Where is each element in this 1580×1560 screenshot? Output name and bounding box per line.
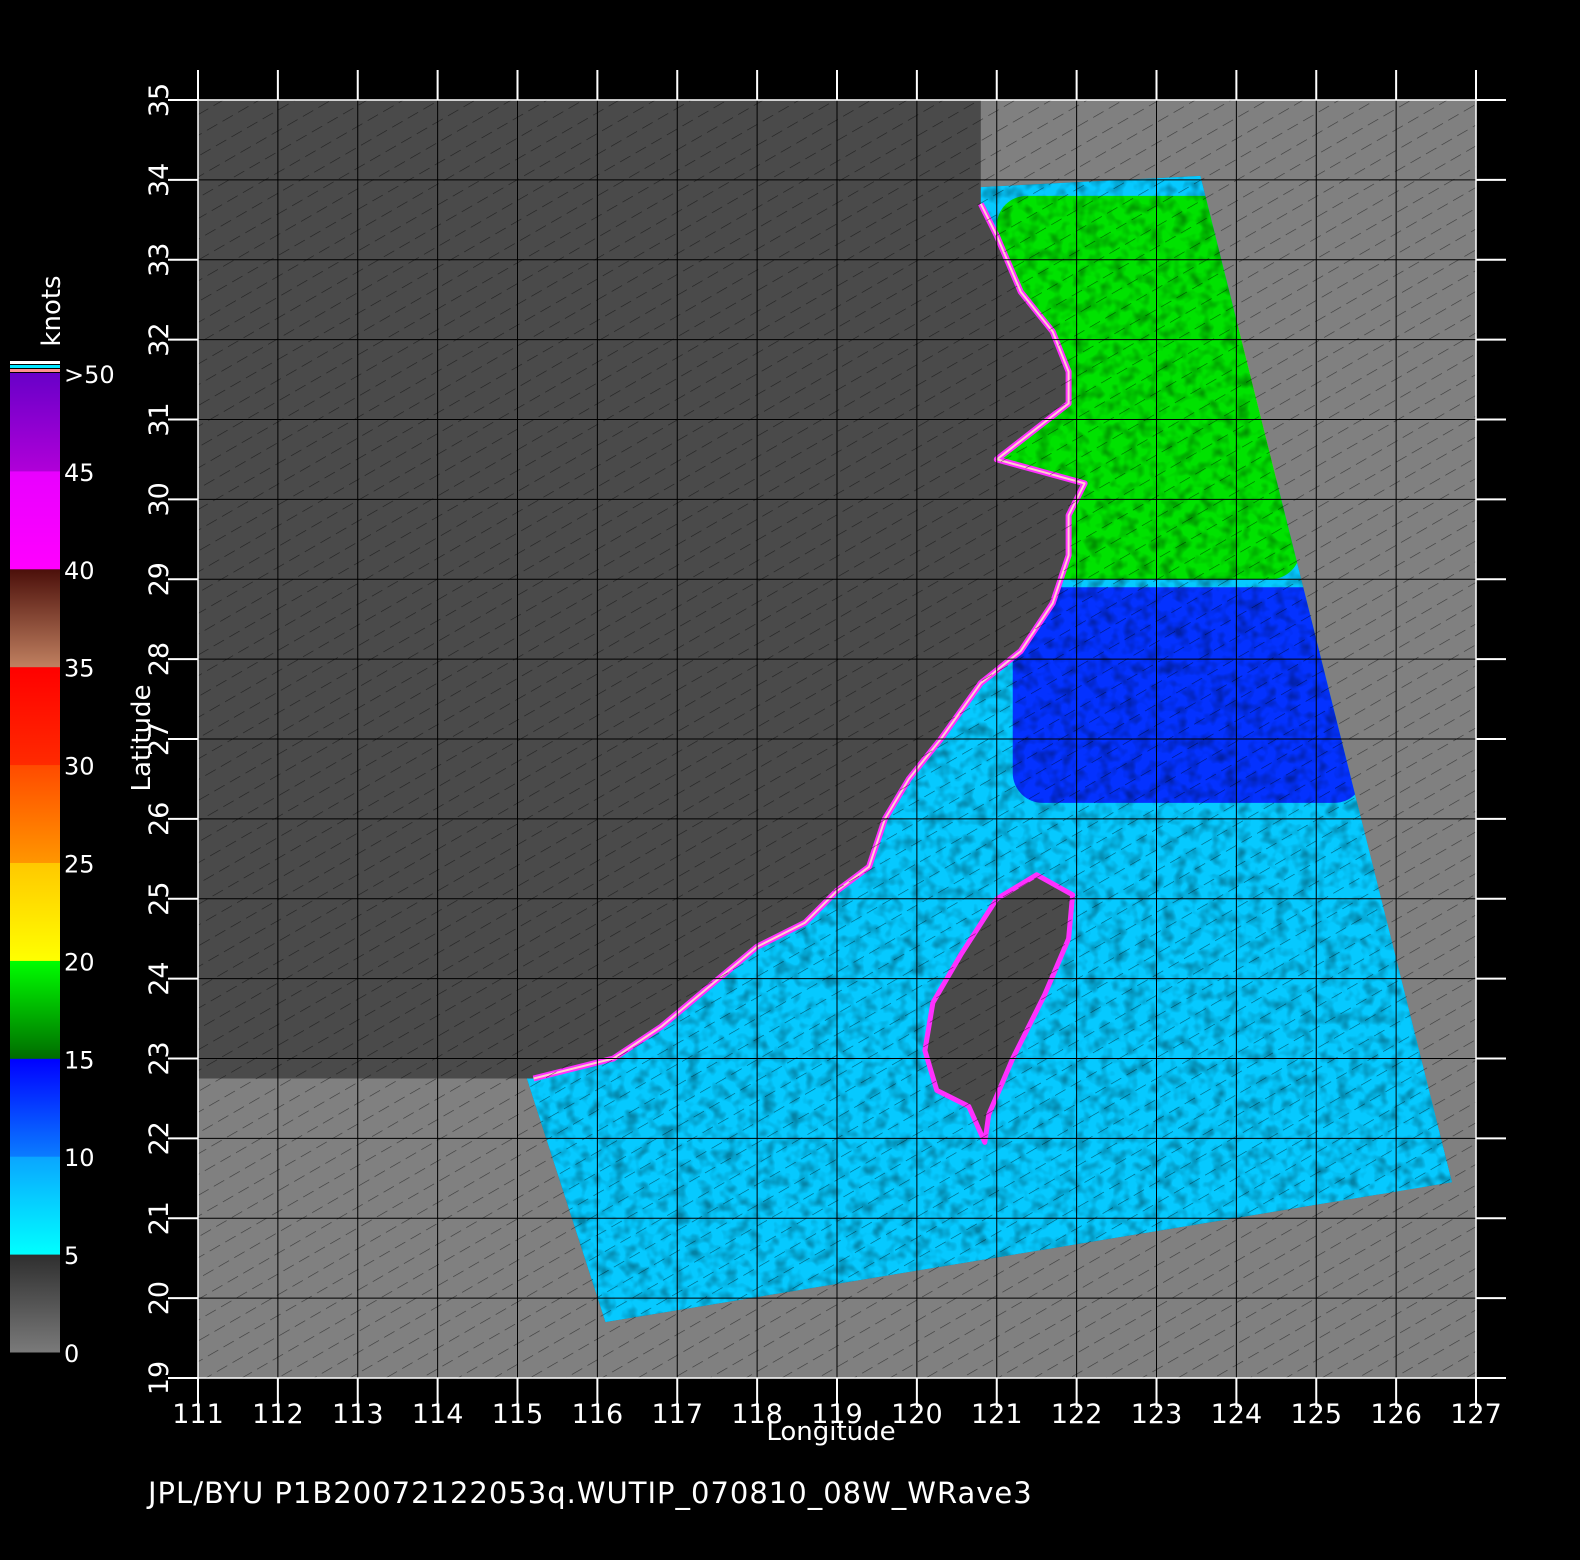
colorbar-tick-label: 0 xyxy=(64,1340,79,1368)
lon-tick-label: 123 xyxy=(1131,1399,1183,1430)
y-axis-label: Latitude xyxy=(127,684,157,791)
colorbar-segment xyxy=(10,862,60,961)
wind-speed-map: 111 112 113 114 115 116 117 118 119 120 121 122 123 1… xyxy=(10,70,1506,1447)
lat-tick-label: 19 xyxy=(144,1361,175,1395)
colorbar-tick-label: 30 xyxy=(64,753,95,781)
lon-tick-label: 115 xyxy=(492,1399,544,1430)
lon-tick-label: 127 xyxy=(1450,1399,1502,1430)
lat-tick-label: 30 xyxy=(144,482,175,516)
lat-tick-label: 26 xyxy=(144,802,175,836)
colorbar-tick-label: 15 xyxy=(64,1046,95,1074)
lon-tick-label: 114 xyxy=(412,1399,464,1430)
colorbar-tick-label: 25 xyxy=(64,851,95,879)
lat-tick-label: 29 xyxy=(144,562,175,596)
colorbar-cap-band xyxy=(10,365,60,368)
lat-tick-label: 34 xyxy=(144,163,175,197)
lat-tick-label: 32 xyxy=(144,322,175,356)
lon-tick-label: 116 xyxy=(572,1399,624,1430)
lon-tick-label: 124 xyxy=(1211,1399,1263,1430)
colorbar-cap-band xyxy=(10,361,60,364)
colorbar-segment xyxy=(10,373,60,472)
lat-tick-label: 21 xyxy=(144,1201,175,1235)
colorbar-segment xyxy=(10,470,60,570)
x-axis-label: Longitude xyxy=(766,1417,895,1447)
lat-tick-label: 24 xyxy=(144,961,175,995)
colorbar-segment xyxy=(10,764,60,863)
lon-tick-label: 121 xyxy=(971,1399,1023,1430)
colorbar-segment xyxy=(10,568,60,668)
lat-tick-label: 25 xyxy=(144,882,175,916)
lon-tick-label: 125 xyxy=(1290,1399,1342,1430)
lat-tick-label: 22 xyxy=(144,1121,175,1155)
colorbar-cap-band xyxy=(10,369,60,372)
colorbar-segment xyxy=(10,666,60,766)
lat-tick-label: 33 xyxy=(144,243,175,277)
lon-tick-label: 112 xyxy=(252,1399,304,1430)
lon-tick-label: 117 xyxy=(651,1399,703,1430)
lon-tick-label: 120 xyxy=(891,1399,943,1430)
colorbar-tick-label: 40 xyxy=(64,557,95,585)
colorbar-segment xyxy=(10,1254,60,1353)
lon-tick-label: 122 xyxy=(1051,1399,1103,1430)
lat-tick-label: 28 xyxy=(144,642,175,676)
colorbar-tick-label: 45 xyxy=(64,459,95,487)
colorbar-title: knots xyxy=(37,275,67,346)
colorbar-tick-label: 35 xyxy=(64,655,95,683)
colorbar-tick-label: >50 xyxy=(64,361,115,389)
colorbar-segment xyxy=(10,1156,60,1255)
product-caption: JPL/BYU P1B20072122053q.WUTIP_070810_08W… xyxy=(148,1476,1033,1510)
lat-tick-label: 23 xyxy=(144,1041,175,1075)
lat-tick-label: 20 xyxy=(144,1281,175,1315)
colorbar-tick-label: 10 xyxy=(64,1144,95,1172)
colorbar: 0 5 10 15 20 25 30 35 40 45 >50 xyxy=(10,361,115,1368)
lat-tick-label: 35 xyxy=(144,83,175,117)
lat-tick-label: 31 xyxy=(144,402,175,436)
colorbar-segment xyxy=(10,1058,60,1157)
colorbar-segment xyxy=(10,960,60,1059)
lon-tick-label: 113 xyxy=(332,1399,384,1430)
colorbar-tick-label: 20 xyxy=(64,948,95,976)
lon-tick-label: 111 xyxy=(172,1399,224,1430)
colorbar-tick-label: 5 xyxy=(64,1242,79,1270)
lon-tick-label: 126 xyxy=(1370,1399,1422,1430)
